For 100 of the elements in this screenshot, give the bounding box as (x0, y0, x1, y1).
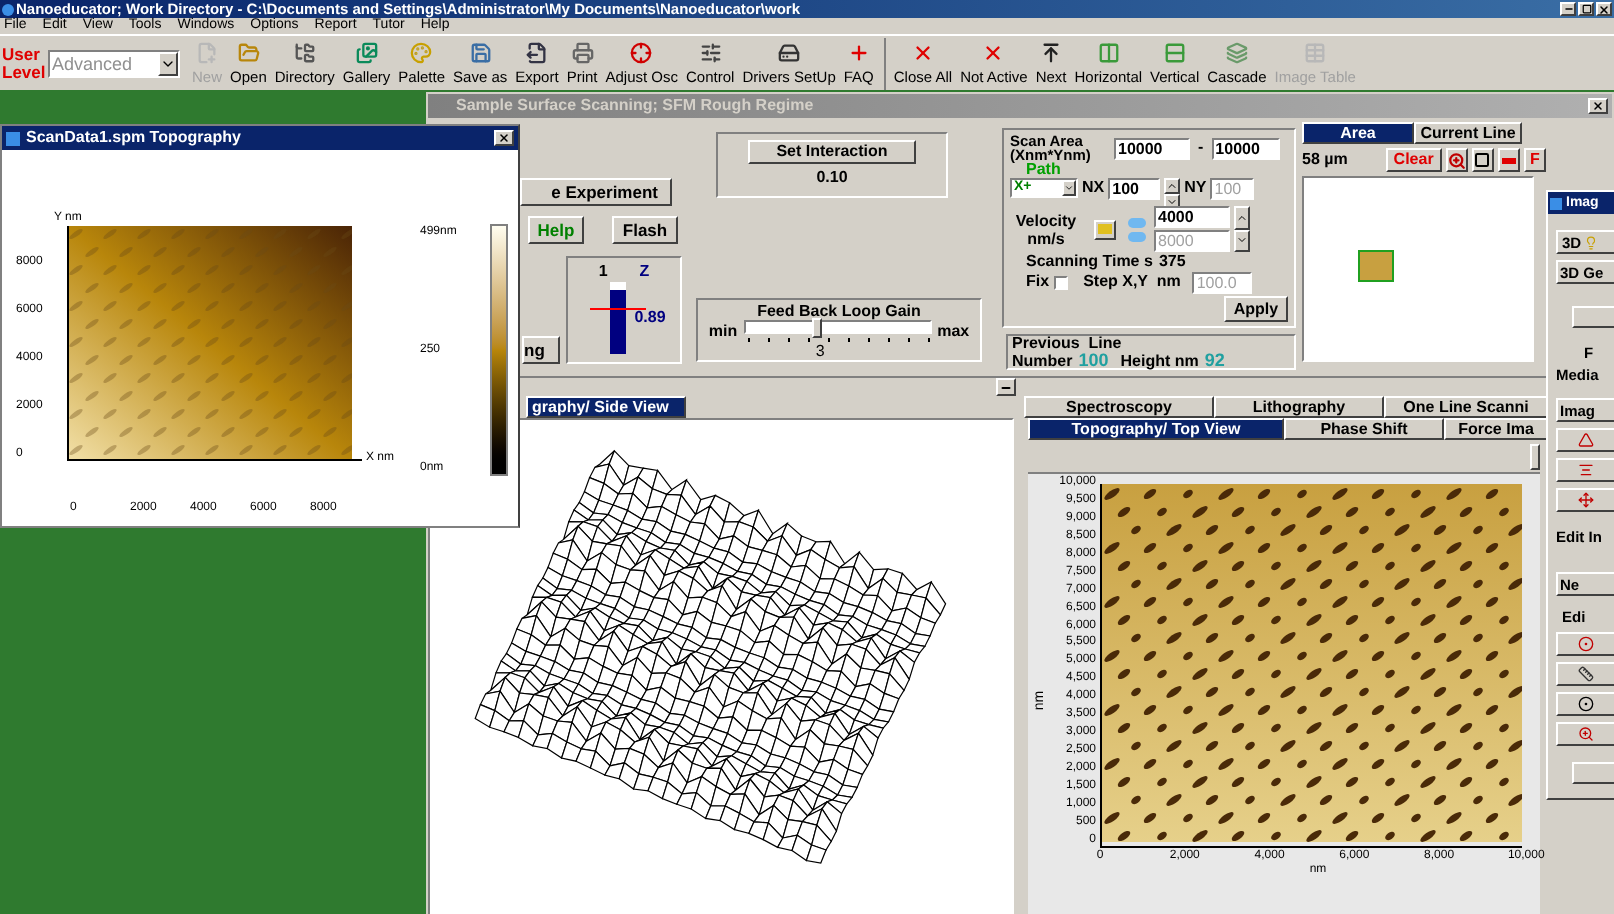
close-icon (498, 132, 510, 144)
close-icon (1592, 100, 1604, 112)
rows-icon (1163, 41, 1186, 63)
sliders-icon (699, 41, 722, 63)
gain-reading: 3 (815, 344, 825, 360)
user-level-label: User Level (2, 45, 46, 81)
plus-icon (847, 41, 870, 63)
input-field[interactable]: 100 (1108, 177, 1161, 199)
minimize-icon (1000, 382, 1012, 394)
app-icon (2, 3, 14, 15)
lightbulb-icon (1583, 235, 1598, 249)
folder-icon (237, 41, 260, 63)
tab[interactable]: Spectroscopy (1024, 396, 1214, 418)
minimize-icon (1563, 4, 1573, 14)
columns-icon (1097, 41, 1120, 63)
dropdown-caret-icon (1064, 182, 1074, 194)
blank-button[interactable] (1572, 762, 1614, 784)
scanned-region-thumbnail (1358, 250, 1394, 282)
input-field[interactable]: 10000 (1211, 137, 1280, 159)
close-icon (1598, 3, 1610, 15)
close-icon (911, 41, 934, 63)
step-label: Step X,Y nm (1083, 270, 1181, 294)
tab[interactable]: Current Line (1414, 122, 1522, 144)
app-icon (6, 131, 20, 145)
ny-label: NY (1184, 176, 1207, 200)
tab[interactable]: One Line Scanni (1384, 396, 1548, 418)
previous-line-label: Previous Line (1012, 336, 1124, 352)
palette-icon (410, 41, 433, 63)
window-title: Sample Surface Scanning; SFM Rough Regime (456, 94, 814, 118)
close-button[interactable] (1588, 98, 1608, 114)
tab[interactable]: graphy/ Side View (526, 396, 686, 418)
zoom-in-icon (1447, 151, 1466, 169)
bar-icon (1501, 157, 1516, 163)
close-icon (982, 41, 1005, 63)
setpoint-line (590, 308, 647, 310)
height-label: Height nm (1120, 354, 1199, 370)
nx-label: NX (1082, 176, 1105, 200)
drive-icon (778, 41, 801, 63)
input-field[interactable]: 4000 (1154, 206, 1230, 228)
triangle-icon (1578, 432, 1594, 448)
images-icon (355, 41, 378, 63)
input-field[interactable]: 10000 (1114, 137, 1190, 159)
crosshair-icon (630, 41, 653, 63)
minimize-button[interactable] (1560, 2, 1576, 16)
tool-button[interactable] (1556, 692, 1614, 716)
close-button[interactable] (494, 130, 514, 146)
fix-checkbox[interactable] (1053, 275, 1068, 289)
frame-button[interactable] (1471, 148, 1494, 172)
max-label: max (937, 320, 970, 344)
layers-icon (1225, 41, 1248, 63)
tab[interactable]: Force Ima (1444, 418, 1548, 440)
apply-button[interactable]: Apply (1224, 296, 1288, 322)
tab[interactable]: Topography/ Top View (1028, 418, 1284, 440)
interaction-value: 0.10 (816, 168, 848, 186)
velocity-label: Velocity nm/s (1013, 211, 1079, 247)
number-label: Number (1012, 354, 1073, 370)
scanning-button[interactable]: ng (522, 336, 560, 364)
tool-button[interactable] (1556, 662, 1614, 686)
minimize-button[interactable] (996, 378, 1016, 396)
flash-button[interactable]: Flash (612, 216, 678, 244)
tool-button[interactable] (1556, 488, 1614, 512)
arrow-up-icon (1040, 41, 1063, 63)
tab[interactable]: Lithography (1214, 396, 1384, 418)
z-axis-label: Z (639, 262, 650, 280)
line-button[interactable] (1497, 148, 1520, 172)
folder-tree-icon (293, 41, 316, 63)
tool-button[interactable] (1556, 428, 1614, 452)
toolbar-toggle[interactable] (1530, 444, 1540, 470)
table-icon (1304, 41, 1327, 63)
blank-button[interactable] (1572, 306, 1614, 328)
lock-button[interactable] (1094, 219, 1116, 239)
gain-slider-thumb[interactable] (812, 318, 823, 338)
separator-label: - (1196, 136, 1206, 160)
lock-icon (1098, 224, 1112, 234)
ruler-icon (1578, 666, 1594, 682)
window-title: ScanData1.spm Topography (26, 126, 241, 150)
tab[interactable]: Phase Shift (1284, 418, 1444, 440)
experiment-button[interactable]: e Experiment (520, 178, 672, 206)
scale-label: 1 (598, 262, 608, 280)
gain-title: Feed Back Loop Gain (757, 302, 921, 320)
close-button[interactable] (1596, 2, 1612, 16)
tool-button[interactable] (1556, 722, 1614, 746)
min-label: min (708, 320, 738, 344)
speed-down-icon (1128, 231, 1146, 241)
spinner[interactable] (1234, 206, 1250, 252)
set-interaction-button[interactable]: Set Interaction (748, 140, 916, 164)
tool-button[interactable] (1556, 632, 1614, 656)
zoom-in-button[interactable] (1445, 148, 1468, 172)
speed-up-icon (1128, 217, 1146, 227)
tool-button[interactable] (1556, 458, 1614, 482)
maximize-icon (1581, 4, 1591, 14)
height-value: 92 (1204, 352, 1225, 368)
printer-icon (571, 41, 594, 63)
new-file-icon (196, 41, 218, 63)
maximize-button[interactable] (1578, 2, 1594, 16)
app-icon (1550, 197, 1562, 209)
number-value: 100 (1078, 352, 1109, 368)
z-reading: 0.89 (634, 306, 666, 330)
path-label: Path (1026, 162, 1061, 176)
tab[interactable]: Area (1302, 122, 1414, 144)
